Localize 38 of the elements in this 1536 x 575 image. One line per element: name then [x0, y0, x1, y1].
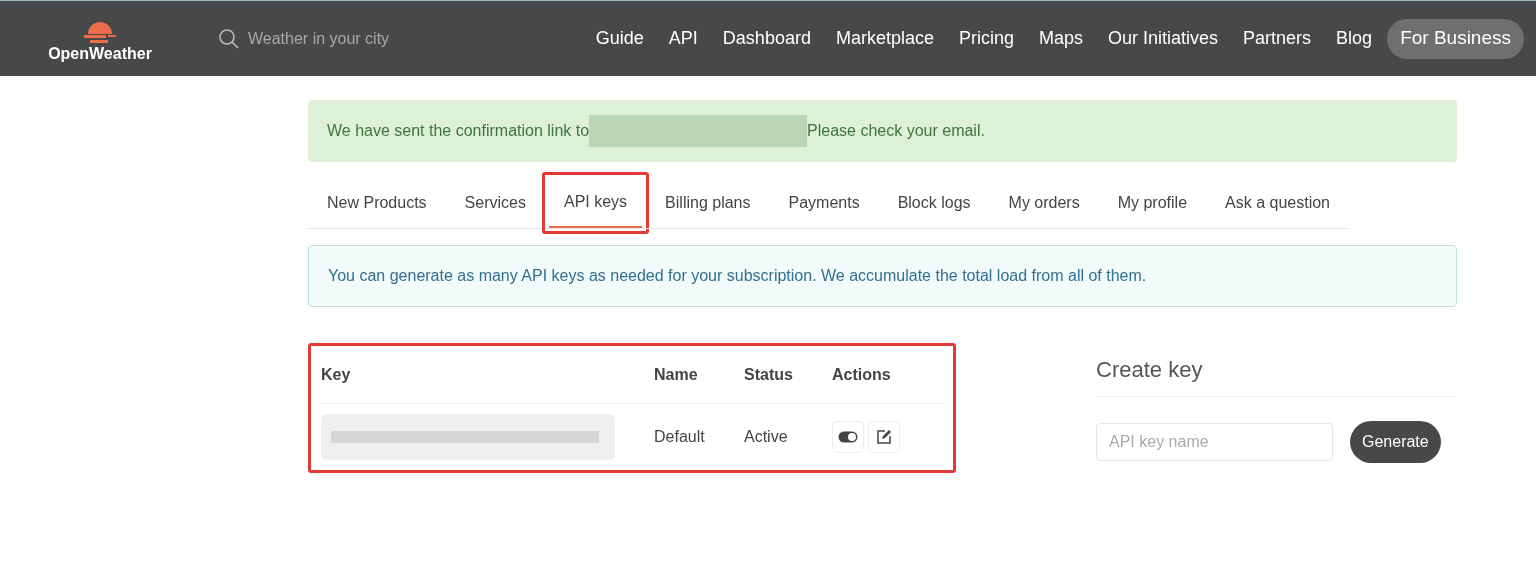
nav-link[interactable]: Maps: [1039, 25, 1083, 52]
nav-link[interactable]: Pricing: [958, 25, 1014, 52]
edit-button[interactable]: [868, 421, 900, 453]
tab[interactable]: Billing plans: [650, 178, 766, 228]
table-cell-text: Active: [744, 427, 789, 447]
section-title: Create key: [1096, 353, 1454, 397]
nav-link[interactable]: API: [668, 25, 698, 52]
toggle-button[interactable]: [832, 421, 864, 453]
business-button[interactable]: For Business: [1387, 18, 1524, 59]
nav-link[interactable]: Guide: [595, 25, 644, 52]
column-header: Name: [654, 365, 699, 385]
nav-link[interactable]: Blog: [1336, 25, 1373, 52]
tab[interactable]: New Products: [312, 178, 442, 228]
alert-text: We have sent the confirmation link to: [327, 121, 590, 141]
input-field[interactable]: API key name: [1096, 423, 1333, 461]
tab[interactable]: My orders: [993, 178, 1095, 228]
nav-link[interactable]: Dashboard: [722, 25, 811, 52]
tab[interactable]: My profile: [1102, 178, 1203, 228]
tab[interactable]: Services: [449, 178, 541, 228]
generate-button[interactable]: Generate: [1350, 421, 1441, 463]
alert-text: Please check your email.: [807, 121, 985, 141]
search-icon: [218, 27, 240, 50]
tab[interactable]: API keys: [548, 178, 643, 228]
tab[interactable]: Ask a question: [1210, 178, 1345, 228]
tab[interactable]: Block logs: [882, 178, 986, 228]
nav-link[interactable]: Partners: [1243, 25, 1312, 52]
search-field[interactable]: Weather in your city: [248, 26, 468, 51]
info-text: You can generate as many API keys as needed for your subscription. We accumulate the total load from all of them.: [328, 266, 1147, 286]
table-cell-text: Default: [654, 427, 706, 447]
column-header: Status: [744, 365, 794, 385]
edit-icon: [876, 429, 892, 445]
nav-link[interactable]: Marketplace: [835, 25, 934, 52]
tab[interactable]: Payments: [773, 178, 875, 228]
toggle-icon: [838, 431, 858, 443]
nav-link[interactable]: Our Initiatives: [1108, 25, 1219, 52]
logo-text: OpenWeather: [48, 45, 152, 62]
column-header: Actions: [832, 365, 892, 385]
column-header: Key: [321, 365, 352, 385]
